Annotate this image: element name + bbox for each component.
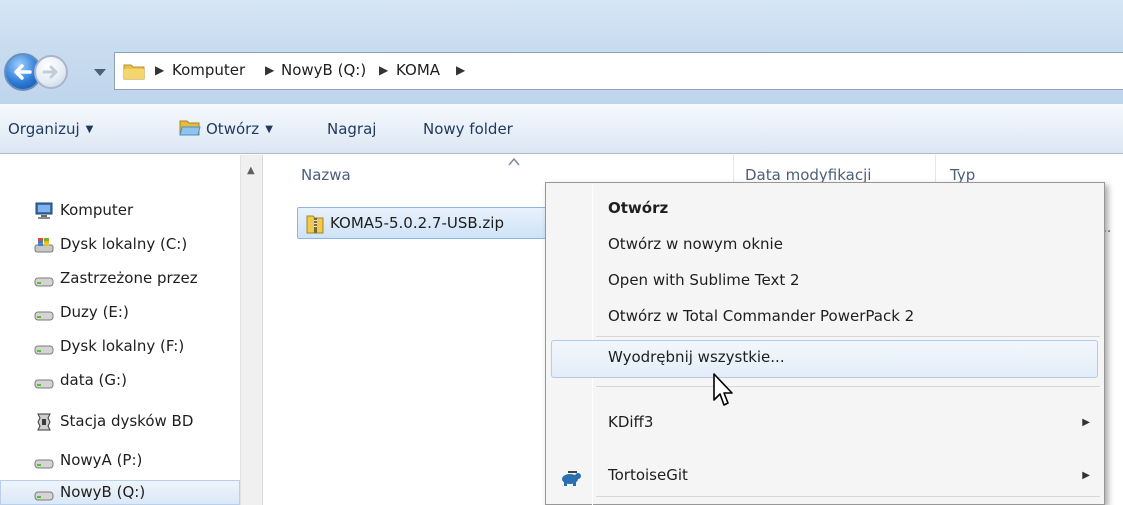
menu-separator — [596, 496, 1100, 497]
breadcrumb-computer[interactable]: Komputer — [172, 61, 245, 79]
open-folder-icon — [179, 120, 201, 136]
forward-button[interactable] — [34, 55, 68, 89]
nav-item-label: Zastrzeżone przez — [60, 269, 198, 287]
pane-divider[interactable] — [262, 155, 263, 505]
computer-icon — [35, 202, 53, 219]
sort-ascending-icon — [508, 158, 520, 166]
nav-item-label: Komputer — [60, 201, 134, 219]
menu-item-open-sublime[interactable]: Open with Sublime Text 2 — [608, 271, 800, 289]
menu-item-open[interactable]: Otwórz — [608, 199, 668, 217]
column-header-name[interactable]: Nazwa — [301, 166, 351, 184]
menu-item-open-new-window[interactable]: Otwórz w nowym oknie — [608, 235, 783, 253]
menu-item-tortoisegit[interactable]: TortoiseGit — [608, 466, 688, 484]
breadcrumb-arrow-icon[interactable]: ▶ — [379, 63, 388, 77]
burn-button[interactable]: Nagraj — [327, 120, 376, 138]
submenu-arrow-icon: ▶ — [1082, 470, 1090, 481]
system-drive-icon — [34, 238, 54, 253]
file-name: KOMA5-5.0.2.7-USB.zip — [330, 214, 504, 232]
chevron-down-icon: ▼ — [265, 124, 273, 135]
address-box[interactable]: ▶ Komputer ▶ NowyB (Q:) ▶ KOMA ▶ — [114, 52, 1123, 90]
drive-icon — [34, 345, 54, 355]
zip-folder-icon — [306, 215, 324, 234]
drive-icon — [34, 311, 54, 321]
file-row[interactable]: KOMA5-5.0.2.7-USB.zip — [297, 207, 567, 239]
breadcrumb-arrow-icon[interactable]: ▶ — [155, 63, 164, 77]
breadcrumb-arrow-icon[interactable]: ▶ — [456, 63, 465, 77]
submenu-arrow-icon: ▶ — [1082, 417, 1090, 428]
breadcrumb-arrow-icon[interactable]: ▶ — [265, 63, 274, 77]
nav-item-label: Duzy (E:) — [60, 303, 129, 321]
menu-separator — [596, 386, 1100, 387]
tortoisegit-icon — [562, 471, 581, 486]
menu-item-open-total-commander[interactable]: Otwórz w Total Commander PowerPack 2 — [608, 307, 914, 325]
folder-icon — [123, 64, 145, 80]
chevron-down-icon: ▼ — [85, 124, 94, 135]
menu-separator — [596, 336, 1100, 337]
menu-item-kdiff3[interactable]: KDiff3 — [608, 413, 653, 431]
nav-item-label: NowyB (Q:) — [60, 483, 146, 501]
drive-icon — [34, 459, 54, 469]
open-label: Otwórz — [206, 120, 260, 138]
new-folder-button[interactable]: Nowy folder — [423, 120, 513, 138]
drive-icon — [34, 491, 54, 501]
breadcrumb-drive[interactable]: NowyB (Q:) — [281, 61, 366, 79]
breadcrumb-folder[interactable]: KOMA — [396, 61, 440, 79]
nav-item-label: NowyA (P:) — [60, 451, 143, 469]
nav-pane-scrollbar[interactable]: ▲ — [240, 155, 262, 505]
recent-pages-dropdown-icon[interactable] — [92, 64, 108, 80]
forward-arrow-icon — [42, 65, 58, 79]
menu-item-extract-all[interactable]: Wyodrębnij wszystkie... — [608, 348, 785, 366]
nav-item-label: data (G:) — [60, 371, 127, 389]
organize-button[interactable]: Organizuj ▼ — [8, 120, 93, 138]
drive-icon — [34, 277, 54, 287]
organize-label: Organizuj — [8, 120, 80, 138]
bd-drive-icon — [37, 413, 51, 431]
open-button[interactable]: Otwórz ▼ — [206, 120, 273, 138]
mouse-pointer-icon — [713, 373, 733, 406]
context-menu: Otwórz Otwórz w nowym oknie Open with Su… — [545, 182, 1105, 505]
scroll-up-icon[interactable]: ▲ — [247, 165, 255, 176]
drive-icon — [34, 379, 54, 389]
command-toolbar: Organizuj ▼ Otwórz ▼ Nagraj Nowy folder — [0, 104, 1123, 154]
nav-item-label: Dysk lokalny (C:) — [60, 235, 188, 253]
address-strip: ▶ Komputer ▶ NowyB (Q:) ▶ KOMA ▶ — [0, 0, 1123, 104]
nav-item-label: Dysk lokalny (F:) — [60, 337, 185, 355]
nav-item-label: Stacja dysków BD — [60, 412, 194, 430]
